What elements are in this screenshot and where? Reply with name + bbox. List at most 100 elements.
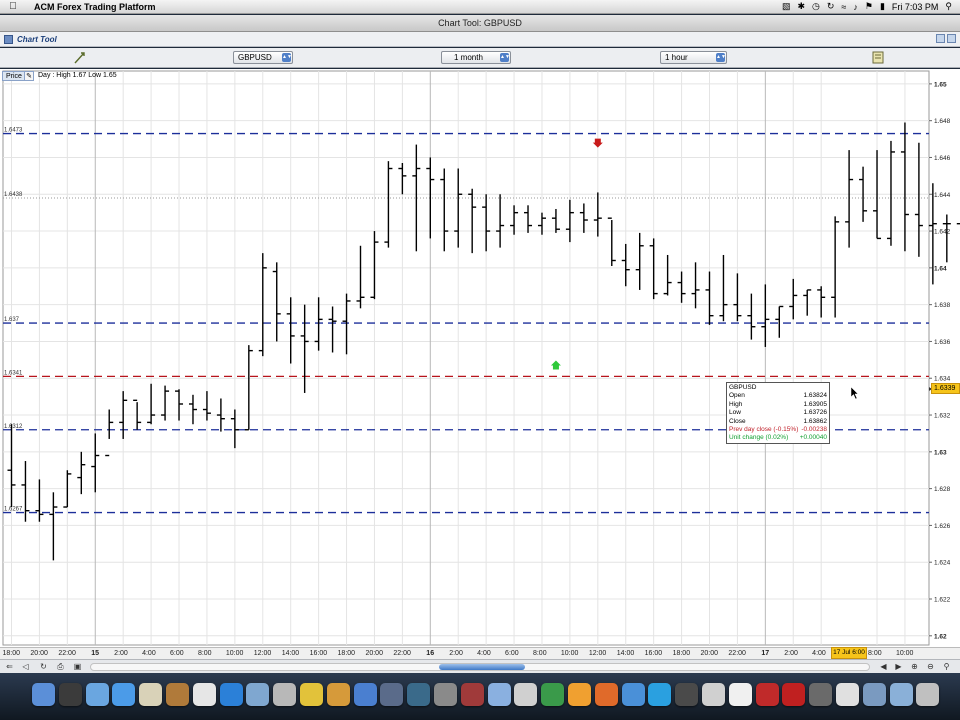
downloads-icon[interactable] bbox=[862, 683, 886, 706]
tooltip-label: Close bbox=[729, 417, 746, 425]
save-chart-icon[interactable] bbox=[872, 51, 884, 64]
ical-icon[interactable] bbox=[192, 683, 216, 706]
timemachine-icon[interactable] bbox=[407, 683, 431, 706]
safari-icon[interactable] bbox=[621, 683, 645, 706]
textedit-icon[interactable] bbox=[728, 683, 752, 706]
x-tick-label: 16:00 bbox=[644, 650, 663, 657]
status-tray: ▧ ✱ ◷ ↻ ≈ ♪ ⚑ ▮ Fri 7:03 PM ⚲ bbox=[782, 1, 952, 12]
menu-clock[interactable]: Fri 7:03 PM bbox=[892, 2, 939, 12]
x-tick-label: 22:00 bbox=[58, 650, 76, 657]
firefox-icon[interactable] bbox=[594, 683, 618, 706]
window-controls bbox=[936, 34, 956, 43]
window-titlebar: Chart Tool: GBPUSD bbox=[0, 15, 960, 32]
y-tick-label: 1.648 bbox=[934, 118, 951, 125]
tooltip-value: 1.63726 bbox=[803, 409, 828, 417]
draw-tool-icon[interactable] bbox=[74, 51, 86, 64]
pencil-icon[interactable]: ✎ bbox=[24, 71, 34, 81]
y-tick-label: 1.628 bbox=[934, 486, 951, 493]
zoom-out-icon[interactable]: ⊖ bbox=[925, 662, 936, 672]
sync-icon[interactable] bbox=[675, 683, 699, 706]
tooltip-symbol: GBPUSD bbox=[729, 384, 757, 391]
flag-icon[interactable]: ⚑ bbox=[865, 1, 873, 12]
y-tick-label: 1.638 bbox=[934, 302, 951, 309]
ohlc-tooltip: GBPUSD Open 1.63824 High 1.63905 Low 1.6372… bbox=[726, 382, 830, 444]
appleworks-icon[interactable] bbox=[702, 683, 725, 706]
symbol-value: GBPUSD bbox=[238, 53, 272, 62]
systemprefs-icon[interactable] bbox=[434, 683, 457, 706]
mail-icon[interactable] bbox=[139, 683, 163, 706]
dashboard-icon[interactable] bbox=[58, 683, 82, 706]
x-tick-label: 16:00 bbox=[309, 650, 328, 657]
x-tick-label: 18:00 bbox=[672, 650, 691, 657]
imovie-icon[interactable] bbox=[273, 683, 297, 706]
price-label[interactable]: Price bbox=[2, 71, 26, 81]
scroll-right-icon[interactable]: ▶ bbox=[893, 662, 904, 672]
motion-icon[interactable] bbox=[300, 683, 323, 706]
zoom-in-icon[interactable]: ⊕ bbox=[909, 662, 920, 672]
appstore-icon[interactable] bbox=[353, 683, 377, 706]
scrollbar-track[interactable] bbox=[90, 663, 870, 671]
step-back-icon[interactable]: ◁ bbox=[20, 662, 31, 672]
colorsync-icon[interactable] bbox=[568, 683, 591, 706]
photobooth-icon[interactable] bbox=[460, 683, 484, 706]
menu-bar:  ACM Forex Trading Platform ▧ ✱ ◷ ↻ ≈ ♪… bbox=[0, 0, 960, 14]
x-tick-label: 20:00 bbox=[365, 650, 383, 657]
close-button[interactable] bbox=[947, 34, 956, 43]
x-tick-label: 8:00 bbox=[532, 650, 547, 657]
interval-value: 1 hour bbox=[665, 53, 688, 62]
xcode-icon[interactable] bbox=[487, 683, 511, 706]
app-menu-name[interactable]: ACM Forex Trading Platform bbox=[34, 2, 156, 12]
tooltip-label: High bbox=[729, 400, 743, 408]
zoom-out-left-icon[interactable]: ⇐ bbox=[4, 662, 15, 672]
apple-menu-icon[interactable]:  bbox=[6, 1, 20, 12]
finder-icon[interactable] bbox=[32, 683, 55, 706]
interval-select[interactable]: 1 hour ▲▼ bbox=[660, 51, 727, 64]
bluetooth-icon[interactable]: ✱ bbox=[797, 1, 805, 12]
range-select[interactable]: 1 month ▲▼ bbox=[441, 51, 511, 64]
documents-icon[interactable] bbox=[889, 683, 913, 706]
scroll-left-icon[interactable]: ◀ bbox=[878, 662, 889, 672]
ichat-icon[interactable] bbox=[112, 683, 136, 706]
skype-icon[interactable] bbox=[648, 683, 672, 706]
print-icon[interactable]: ⎙ bbox=[55, 662, 66, 672]
zoom-fit-icon[interactable]: ⚲ bbox=[941, 662, 952, 672]
flash-icon[interactable] bbox=[755, 683, 779, 706]
y-tick-label: 1.65 bbox=[934, 81, 947, 88]
time-axis: 18:00 20:00 22:00 15 2:00 4:00 6:00 8:00 10:00 12… bbox=[0, 647, 960, 659]
x-tick-label: 12:00 bbox=[253, 650, 272, 657]
wifi-icon[interactable]: ≈ bbox=[841, 2, 846, 12]
numbers-icon[interactable] bbox=[541, 683, 565, 706]
battery-icon[interactable]: ▮ bbox=[880, 1, 885, 12]
tooltip-value: -0.00238 bbox=[801, 426, 827, 434]
y-tick-label: 1.634 bbox=[934, 376, 951, 383]
spotlight-icon[interactable]: ⚲ bbox=[945, 1, 952, 12]
preview-icon[interactable] bbox=[85, 683, 109, 706]
x-tick-label: 14:00 bbox=[616, 650, 635, 657]
y-tick-label: 1.644 bbox=[934, 192, 951, 199]
trash-icon[interactable] bbox=[916, 683, 940, 706]
save-icon[interactable]: ▣ bbox=[72, 662, 83, 672]
timemachine-icon[interactable]: ◷ bbox=[812, 1, 820, 12]
restore-button[interactable] bbox=[936, 34, 945, 43]
window-title: Chart Tool: GBPUSD bbox=[438, 18, 522, 28]
tooltip-value: 1.63905 bbox=[803, 400, 828, 408]
garageband-icon[interactable] bbox=[326, 683, 350, 706]
scrollbar-thumb[interactable] bbox=[439, 664, 525, 670]
sync-icon[interactable]: ↻ bbox=[827, 1, 835, 12]
symbol-select[interactable]: GBPUSD ▲▼ bbox=[233, 51, 293, 64]
photo-icon[interactable] bbox=[166, 683, 189, 706]
dropbox-icon[interactable]: ▧ bbox=[782, 1, 791, 12]
script-icon[interactable] bbox=[836, 683, 859, 706]
filmstrip-icon[interactable] bbox=[809, 683, 833, 706]
level-label: 1.6438 bbox=[4, 192, 23, 198]
refresh-icon[interactable]: ↻ bbox=[38, 662, 49, 672]
price-chart[interactable]: 1.65 1.648 1.646 1.644 1.642 1.64 1.638 1.636 1.… bbox=[0, 69, 960, 647]
chart-area[interactable]: 1.65 1.648 1.646 1.644 1.642 1.64 1.638 1.636 1.… bbox=[0, 69, 960, 647]
iphoto-icon[interactable] bbox=[246, 683, 270, 706]
itunes-icon[interactable] bbox=[219, 683, 243, 706]
acrobat-icon[interactable] bbox=[782, 683, 806, 706]
expose-icon[interactable] bbox=[380, 683, 404, 706]
volume-icon[interactable]: ♪ bbox=[853, 2, 858, 12]
grapher-icon[interactable] bbox=[514, 683, 538, 706]
y-tick-label: 1.63 bbox=[934, 449, 947, 456]
